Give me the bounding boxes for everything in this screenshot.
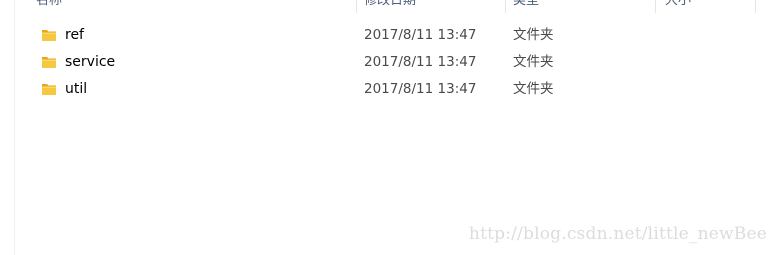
file-name: service: [65, 54, 116, 70]
file-name: util: [65, 81, 88, 97]
folder-icon: [42, 84, 56, 95]
column-divider[interactable]: [755, 0, 756, 13]
file-date-modified: 2017/8/11 13:47: [364, 27, 477, 43]
file-date-modified: 2017/8/11 13:47: [364, 81, 477, 97]
column-divider[interactable]: [505, 0, 506, 13]
navigation-pane-edge: [0, 0, 15, 255]
column-header-date-modified[interactable]: 修改日期: [364, 0, 504, 13]
column-header-type[interactable]: 类型: [513, 0, 653, 13]
file-name: ref: [65, 27, 84, 43]
column-header-size[interactable]: 大小: [665, 0, 760, 13]
file-date-modified: 2017/8/11 13:47: [364, 54, 477, 70]
file-row-ref[interactable]: ref 2017/8/11 13:47 文件夹: [14, 22, 779, 49]
folder-icon: [42, 30, 56, 41]
file-type: 文件夹: [513, 54, 554, 70]
file-list: ref 2017/8/11 13:47 文件夹 service 2017/8/1…: [14, 22, 779, 103]
folder-icon: [42, 57, 56, 68]
column-header-name[interactable]: 名称: [36, 0, 356, 13]
file-type: 文件夹: [513, 81, 554, 97]
file-row-util[interactable]: util 2017/8/11 13:47 文件夹: [14, 76, 779, 103]
column-header-bar: 名称 修改日期 类型 大小: [14, 0, 779, 13]
column-divider[interactable]: [356, 0, 357, 13]
file-type: 文件夹: [513, 27, 554, 43]
file-row-service[interactable]: service 2017/8/11 13:47 文件夹: [14, 49, 779, 76]
column-divider[interactable]: [655, 0, 656, 13]
file-explorer: 名称 修改日期 类型 大小 ref 2017/8/11 13:47 文件夹 se: [0, 0, 779, 255]
watermark: http://blog.csdn.net/little_newBee: [468, 224, 767, 244]
